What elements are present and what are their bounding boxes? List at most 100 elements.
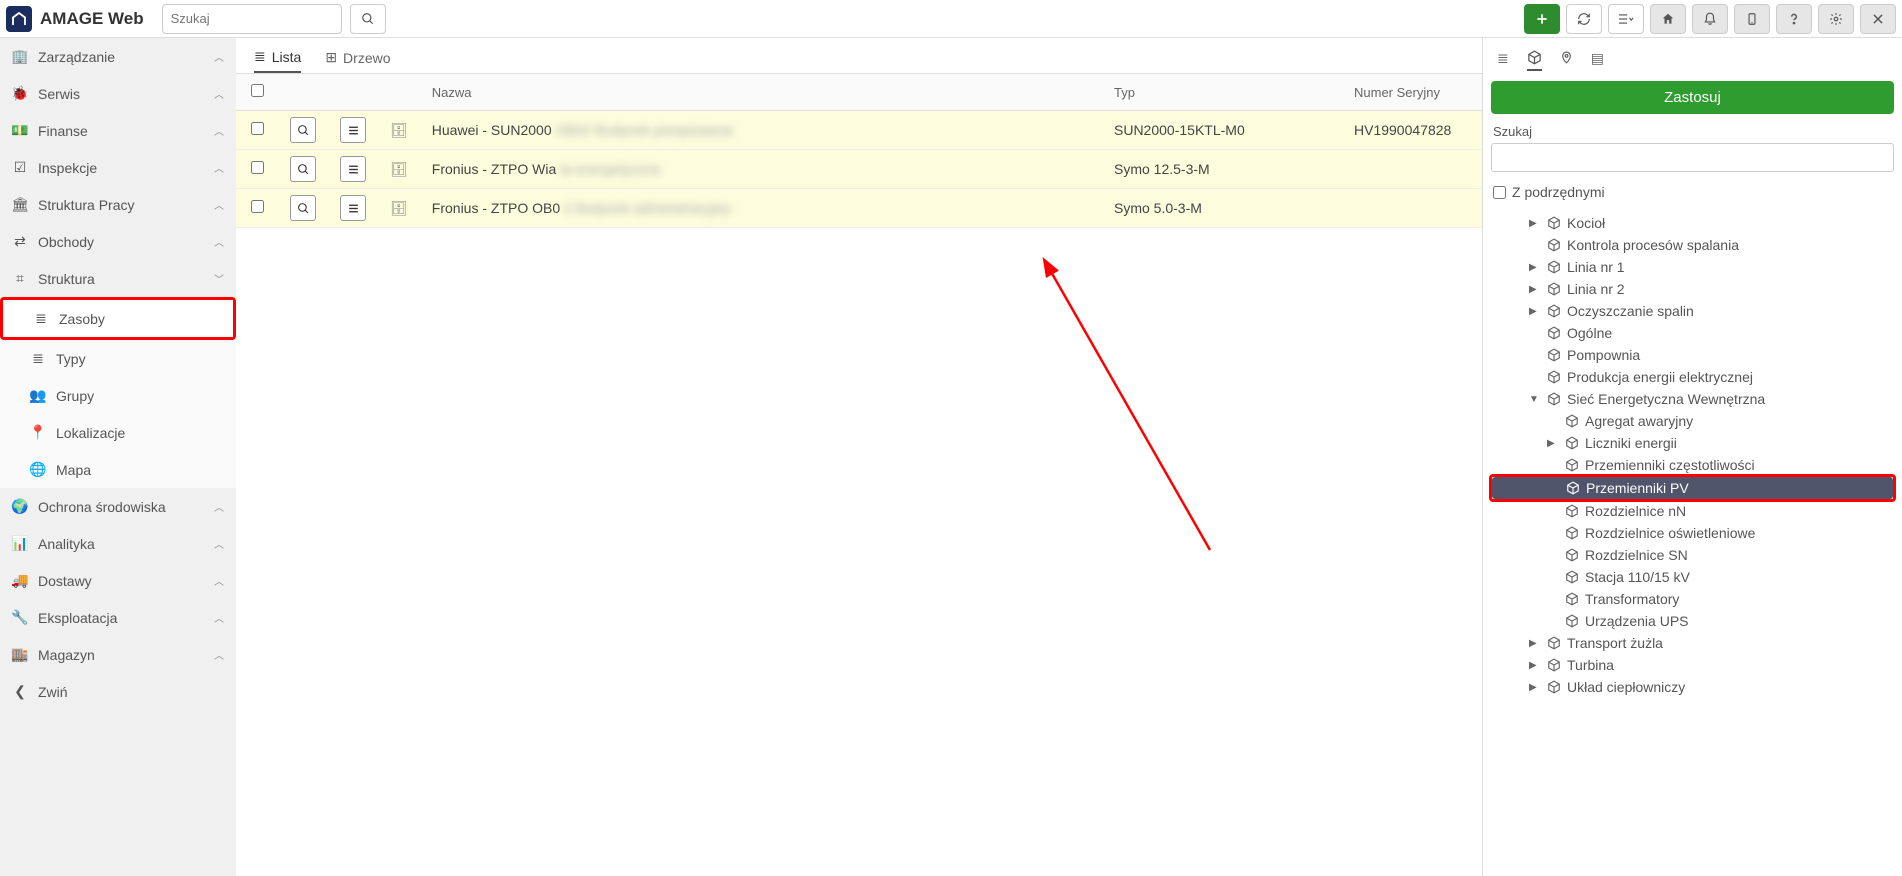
row-view-button[interactable] [290, 195, 316, 221]
nav-struktura-pracy[interactable]: 🏛Struktura Pracy︿ [0, 186, 236, 223]
tree-item[interactable]: Rozdzielnice oświetleniowe [1491, 522, 1894, 544]
tree-item[interactable]: Rozdzielnice nN [1491, 500, 1894, 522]
row-checkbox[interactable] [251, 122, 264, 135]
nav-magazyn[interactable]: 🏬Magazyn︿ [0, 636, 236, 673]
nav-typy[interactable]: ≣Typy [0, 340, 236, 377]
col-serial[interactable]: Numer Seryjny [1342, 74, 1482, 111]
table-row[interactable]: 🗄Fronius - ZTPO OB0 2 Budynek administra… [236, 189, 1482, 228]
nav-analityka[interactable]: 📊Analityka︿ [0, 525, 236, 562]
row-checkbox[interactable] [251, 200, 264, 213]
tree-item[interactable]: ▼Sieć Energetyczna Wewnętrzna [1491, 388, 1894, 410]
tree-item[interactable]: ▶Linia nr 2 [1491, 278, 1894, 300]
package-icon [1547, 392, 1561, 406]
close-button[interactable] [1860, 4, 1896, 34]
caret-icon: ▶ [1529, 660, 1541, 671]
refresh-button[interactable] [1566, 4, 1602, 34]
nav-label: Magazyn [38, 647, 95, 663]
tree-label: Sieć Energetyczna Wewnętrzna [1567, 391, 1765, 407]
nav-lokalizacje[interactable]: 📍Lokalizacje [0, 414, 236, 451]
with-children-checkbox[interactable] [1493, 186, 1506, 199]
tree-item[interactable]: Produkcja energii elektrycznej [1491, 366, 1894, 388]
panel-tab-list[interactable]: ≣ [1497, 50, 1509, 71]
search-button[interactable] [350, 4, 386, 34]
nav-zwin[interactable]: ❮Zwiń [0, 673, 236, 710]
globe-icon: 🌐 [30, 461, 46, 478]
help-button[interactable] [1776, 4, 1812, 34]
home-button[interactable] [1650, 4, 1686, 34]
tree-item[interactable]: ▶Kocioł [1491, 212, 1894, 234]
package-icon [1565, 592, 1579, 606]
nav-label: Zwiń [38, 684, 68, 700]
checkbox-label: Z podrzędnymi [1512, 184, 1605, 200]
notifications-button[interactable] [1692, 4, 1728, 34]
tree-item[interactable]: Urządzenia UPS [1491, 610, 1894, 632]
row-menu-button[interactable] [340, 117, 366, 143]
row-view-button[interactable] [290, 156, 316, 182]
caret-icon: ▶ [1529, 306, 1541, 317]
package-icon [1565, 548, 1579, 562]
apply-button[interactable]: Zastosuj [1491, 81, 1894, 114]
nav-serwis[interactable]: 🐞Serwis︿ [0, 75, 236, 112]
package-icon [1565, 414, 1579, 428]
tree-item[interactable]: Przemienniki PV [1492, 477, 1893, 499]
tree-item[interactable]: ▶Układ ciepłowniczy [1491, 676, 1894, 698]
panel-tab-pin[interactable] [1560, 50, 1573, 71]
tree-item[interactable]: ▶Liczniki energii [1491, 432, 1894, 454]
tab-drzewo[interactable]: ⊞Drzewo [325, 48, 390, 73]
add-button[interactable] [1524, 4, 1560, 34]
col-nazwa[interactable]: Nazwa [420, 74, 1102, 111]
with-children-row[interactable]: Z podrzędnymi [1493, 184, 1892, 200]
menu-dropdown-button[interactable] [1608, 4, 1644, 34]
row-menu-button[interactable] [340, 156, 366, 182]
tree-item[interactable]: ▶Linia nr 1 [1491, 256, 1894, 278]
filter-search-input[interactable] [1491, 143, 1894, 172]
tree-item[interactable]: Ogólne [1491, 322, 1894, 344]
chevron-up-icon: ︿ [214, 610, 224, 625]
settings-button[interactable] [1818, 4, 1854, 34]
nav-mapa[interactable]: 🌐Mapa [0, 451, 236, 488]
tree-item[interactable]: ▶ Transport żużla [1491, 632, 1894, 654]
tree-item[interactable]: Rozdzielnice SN [1491, 544, 1894, 566]
cell-serial: HV1990047828 [1342, 111, 1482, 150]
tree-label: Linia nr 2 [1567, 281, 1625, 297]
nav-struktura[interactable]: ⌗Struktura﹀ [0, 260, 236, 297]
nav-eksploatacja[interactable]: 🔧Eksploatacja︿ [0, 599, 236, 636]
panel-tab-columns[interactable]: ▤ [1591, 50, 1604, 71]
nav-zasoby[interactable]: ≣Zasoby [3, 300, 233, 337]
mobile-button[interactable] [1734, 4, 1770, 34]
nav-label: Obchody [38, 234, 94, 250]
tree-item[interactable]: Stacja 110/15 kV [1491, 566, 1894, 588]
tab-label: Lista [272, 49, 302, 65]
sidebar: 🏢Zarządzanie︿ 🐞Serwis︿ 💵Finanse︿ ☑Inspek… [0, 38, 236, 876]
tree-item[interactable]: Transformatory [1491, 588, 1894, 610]
tree-item[interactable]: Przemienniki częstotliwości [1491, 454, 1894, 476]
table-row[interactable]: 🗄Huawei - SUN2000 OB02 Budynek pompowani… [236, 111, 1482, 150]
tree-item[interactable]: Pompownia [1491, 344, 1894, 366]
package-icon [1565, 504, 1579, 518]
caret-icon: ▶ [1529, 638, 1541, 649]
col-typ[interactable]: Typ [1102, 74, 1342, 111]
tree-item[interactable]: ▶Turbina [1491, 654, 1894, 676]
row-menu-button[interactable] [340, 195, 366, 221]
nav-finanse[interactable]: 💵Finanse︿ [0, 112, 236, 149]
tab-lista[interactable]: ≣Lista [254, 48, 301, 73]
nav-ochrona[interactable]: 🌍Ochrona środowiska︿ [0, 488, 236, 525]
row-checkbox[interactable] [251, 161, 264, 174]
row-view-button[interactable] [290, 117, 316, 143]
nav-inspekcje[interactable]: ☑Inspekcje︿ [0, 149, 236, 186]
select-all-checkbox[interactable] [251, 84, 264, 97]
table-row[interactable]: 🗄Fronius - ZTPO Wia ta energetycznaSymo … [236, 150, 1482, 189]
tree-item[interactable]: Agregat awaryjny [1491, 410, 1894, 432]
panel-tab-package[interactable] [1527, 50, 1542, 71]
tree-label: Transport żużla [1567, 635, 1663, 651]
tree-label: Transformatory [1585, 591, 1679, 607]
nav-obchody[interactable]: ⇄Obchody︿ [0, 223, 236, 260]
nav-dostawy[interactable]: 🚚Dostawy︿ [0, 562, 236, 599]
tree-label: Kocioł [1567, 215, 1605, 231]
search-input[interactable] [162, 4, 342, 34]
nav-zarzadzanie[interactable]: 🏢Zarządzanie︿ [0, 38, 236, 75]
header-search [162, 4, 342, 34]
nav-grupy[interactable]: 👥Grupy [0, 377, 236, 414]
tree-item[interactable]: ▶Oczyszczanie spalin [1491, 300, 1894, 322]
tree-item[interactable]: Kontrola procesów spalania [1491, 234, 1894, 256]
